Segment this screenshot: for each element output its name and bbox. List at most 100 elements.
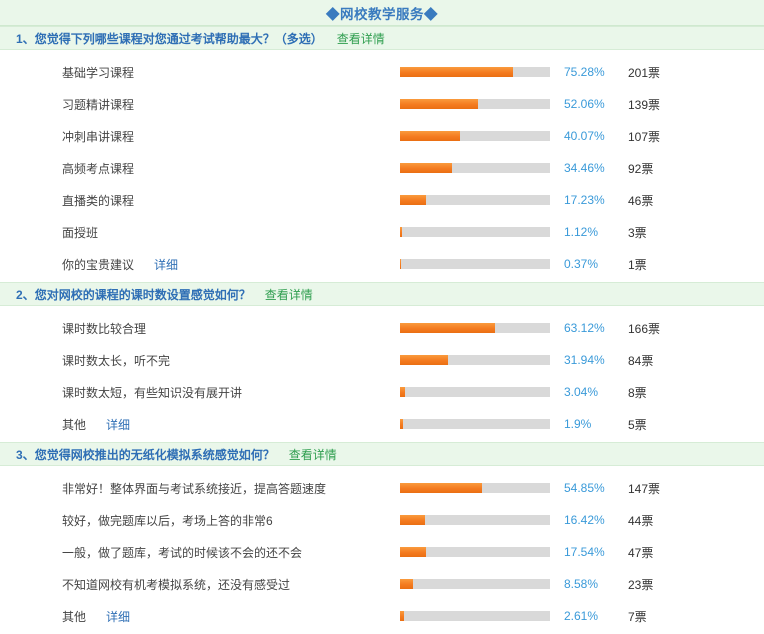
option-label: 课时数太短，有些知识没有展开讲: [0, 384, 400, 401]
option-label: 非常好！整体界面与考试系统接近，提高答题速度: [0, 480, 400, 497]
option-label: 课时数太长，听不完: [0, 352, 400, 369]
percent-label: 0.37%: [564, 257, 599, 271]
option-row: 一般，做了题库，考试的时候该不会的还不会 17.54% 47票: [0, 536, 764, 568]
bar-fill: [400, 323, 495, 333]
bar-track: [400, 419, 550, 429]
vote-count-label: 139票: [628, 97, 661, 112]
option-row: 面授班 1.12% 3票: [0, 216, 764, 248]
question-text-1: 您觉得下列哪些课程对您通过考试帮助最大？（多选）: [34, 31, 323, 46]
question-header-1: 1、 您觉得下列哪些课程对您通过考试帮助最大？（多选） 查看详情: [0, 26, 764, 50]
bar-track: [400, 547, 550, 557]
percent-label: 16.42%: [564, 513, 605, 527]
bar-fill: [400, 579, 413, 589]
vote-count-label: 147票: [628, 481, 661, 496]
view-detail-link-1[interactable]: 查看详情: [337, 30, 385, 47]
option-text: 你的宝贵建议: [62, 257, 135, 272]
bar-fill: [400, 387, 405, 397]
question-header-2: 2、 您对网校的课程的课时数设置感觉如何？ 查看详情: [0, 282, 764, 306]
option-label: 面授班: [0, 224, 400, 241]
option-text: 较好，做完题库以后，考场上答的非常6: [62, 513, 273, 528]
option-rows-1: 基础学习课程 75.28% 201票 习题精讲课程 52.06% 139票 冲刺…: [0, 50, 764, 282]
option-rows-3: 非常好！整体界面与考试系统接近，提高答题速度 54.85% 147票 较好，做完…: [0, 466, 764, 634]
option-text: 其他: [62, 609, 87, 624]
option-text: 课时数比较合理: [62, 321, 147, 336]
bar-track: [400, 579, 550, 589]
percent-label: 17.54%: [564, 545, 605, 559]
inline-detail-link[interactable]: 详细: [106, 610, 130, 624]
option-row: 课时数太长，听不完 31.94% 84票: [0, 344, 764, 376]
bar-track: [400, 259, 550, 269]
option-row: 课时数太短，有些知识没有展开讲 3.04% 8票: [0, 376, 764, 408]
option-text: 高频考点课程: [62, 161, 135, 176]
vote-count-label: 44票: [628, 513, 654, 528]
inline-detail-link[interactable]: 详细: [106, 418, 130, 432]
question-number-2: 2、: [16, 287, 35, 302]
bar-fill: [400, 355, 448, 365]
inline-detail-link[interactable]: 详细: [154, 258, 178, 272]
option-label: 高频考点课程: [0, 160, 400, 177]
vote-count-label: 5票: [628, 417, 647, 432]
vote-count-label: 47票: [628, 545, 654, 560]
bar-fill: [400, 515, 425, 525]
option-row: 不知道网校有机考模拟系统，还没有感受过 8.58% 23票: [0, 568, 764, 600]
vote-count-label: 201票: [628, 65, 661, 80]
bar-track: [400, 195, 550, 205]
question-text-3: 您觉得网校推出的无纸化模拟系统感觉如何？: [34, 447, 275, 462]
option-label: 一般，做了题库，考试的时候该不会的还不会: [0, 544, 400, 561]
percent-label: 40.07%: [564, 129, 605, 143]
bar-track: [400, 483, 550, 493]
bar-fill: [400, 419, 403, 429]
bar-track: [400, 515, 550, 525]
bar-fill: [400, 195, 426, 205]
vote-count-label: 46票: [628, 193, 654, 208]
question-block-1: 1、 您觉得下列哪些课程对您通过考试帮助最大？（多选） 查看详情 基础学习课程 …: [0, 26, 764, 282]
view-detail-link-2[interactable]: 查看详情: [265, 286, 313, 303]
bar-track: [400, 227, 550, 237]
option-text: 课时数太短，有些知识没有展开讲: [62, 385, 243, 400]
bar-fill: [400, 483, 483, 493]
option-label: 课时数比较合理: [0, 320, 400, 337]
bar-track: [400, 323, 550, 333]
view-detail-link-3[interactable]: 查看详情: [289, 446, 337, 463]
option-text: 课时数太长，听不完: [62, 353, 171, 368]
question-header-3: 3、 您觉得网校推出的无纸化模拟系统感觉如何？ 查看详情: [0, 442, 764, 466]
option-text: 一般，做了题库，考试的时候该不会的还不会: [62, 545, 303, 560]
question-block-3: 3、 您觉得网校推出的无纸化模拟系统感觉如何？ 查看详情 非常好！整体界面与考试…: [0, 442, 764, 634]
option-label: 基础学习课程: [0, 64, 400, 81]
bar-fill: [400, 99, 479, 109]
percent-label: 75.28%: [564, 65, 605, 79]
percent-label: 8.58%: [564, 577, 599, 591]
option-label: 你的宝贵建议 详细: [0, 256, 400, 273]
option-text: 基础学习课程: [62, 65, 135, 80]
vote-count-label: 107票: [628, 129, 661, 144]
page-title: ◆网校教学服务◆: [326, 6, 438, 22]
option-text: 其他: [62, 417, 87, 432]
option-rows-2: 课时数比较合理 63.12% 166票 课时数太长，听不完 31.94% 84票…: [0, 306, 764, 442]
bar-fill: [400, 611, 404, 621]
option-text: 不知道网校有机考模拟系统，还没有感受过: [62, 577, 291, 592]
option-text: 直播类的课程: [62, 193, 135, 208]
option-label: 其他 详细: [0, 608, 400, 625]
vote-count-label: 84票: [628, 353, 654, 368]
option-row: 高频考点课程 34.46% 92票: [0, 152, 764, 184]
question-number-1: 1、: [16, 31, 35, 46]
vote-count-label: 8票: [628, 385, 647, 400]
vote-count-label: 92票: [628, 161, 654, 176]
bar-track: [400, 355, 550, 365]
option-row: 其他 详细 2.61% 7票: [0, 600, 764, 632]
bar-fill: [400, 227, 402, 237]
percent-label: 52.06%: [564, 97, 605, 111]
percent-label: 1.12%: [564, 225, 599, 239]
percent-label: 54.85%: [564, 481, 605, 495]
option-text: 冲刺串讲课程: [62, 129, 135, 144]
bar-fill: [400, 131, 461, 141]
option-text: 非常好！整体界面与考试系统接近，提高答题速度: [62, 481, 327, 496]
option-row: 非常好！整体界面与考试系统接近，提高答题速度 54.85% 147票: [0, 472, 764, 504]
vote-count-label: 23票: [628, 577, 654, 592]
option-row: 其他 详细 1.9% 5票: [0, 408, 764, 440]
percent-label: 3.04%: [564, 385, 599, 399]
percent-label: 2.61%: [564, 609, 599, 623]
option-label: 习题精讲课程: [0, 96, 400, 113]
option-row: 习题精讲课程 52.06% 139票: [0, 88, 764, 120]
bar-track: [400, 163, 550, 173]
